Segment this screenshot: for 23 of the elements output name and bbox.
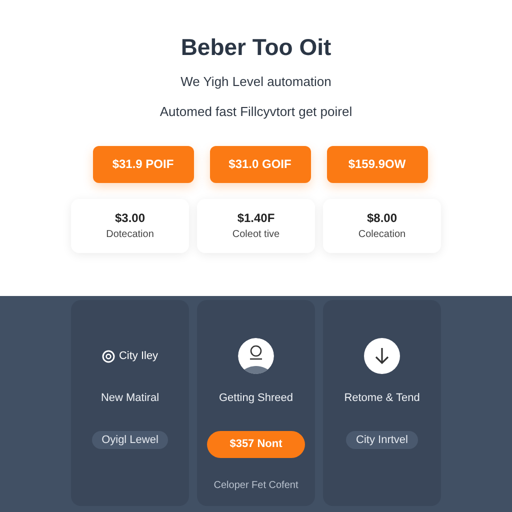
target-icon bbox=[102, 350, 115, 362]
price-label: Dotecation bbox=[105, 228, 155, 242]
price-button[interactable]: $31.9 POIF bbox=[92, 146, 194, 183]
price-button[interactable]: $31.0 GOIF bbox=[210, 146, 310, 183]
feature-title: New Matiral bbox=[100, 391, 160, 406]
feature-caption: Celoper Fet Cofent bbox=[214, 478, 298, 492]
brand-label: City Iley bbox=[118, 348, 158, 364]
page-title: Beber Too Oit bbox=[180, 34, 332, 62]
price-button[interactable]: $159.9OW bbox=[326, 146, 428, 183]
price-amount: $3.00 bbox=[114, 210, 146, 228]
price-amount: $1.40F bbox=[236, 210, 276, 228]
tagline: Automed fast Fillcyvtort get poirel bbox=[158, 103, 354, 122]
cta-button[interactable]: $357 Nont bbox=[207, 430, 305, 458]
user-badge-icon bbox=[238, 338, 274, 374]
subtitle: We Yigh Level automation bbox=[180, 72, 332, 91]
feature-title: Retome & Tend bbox=[344, 391, 420, 406]
download-icon bbox=[364, 338, 400, 374]
price-label: Colecation bbox=[357, 228, 407, 242]
tag: City Inrtvel bbox=[346, 430, 418, 449]
feature-title: Getting Shreed bbox=[219, 391, 293, 406]
price-label: Coleot tive bbox=[231, 228, 281, 242]
tag: Oyigl Lewel bbox=[92, 430, 168, 449]
price-amount: $8.00 bbox=[366, 210, 398, 228]
